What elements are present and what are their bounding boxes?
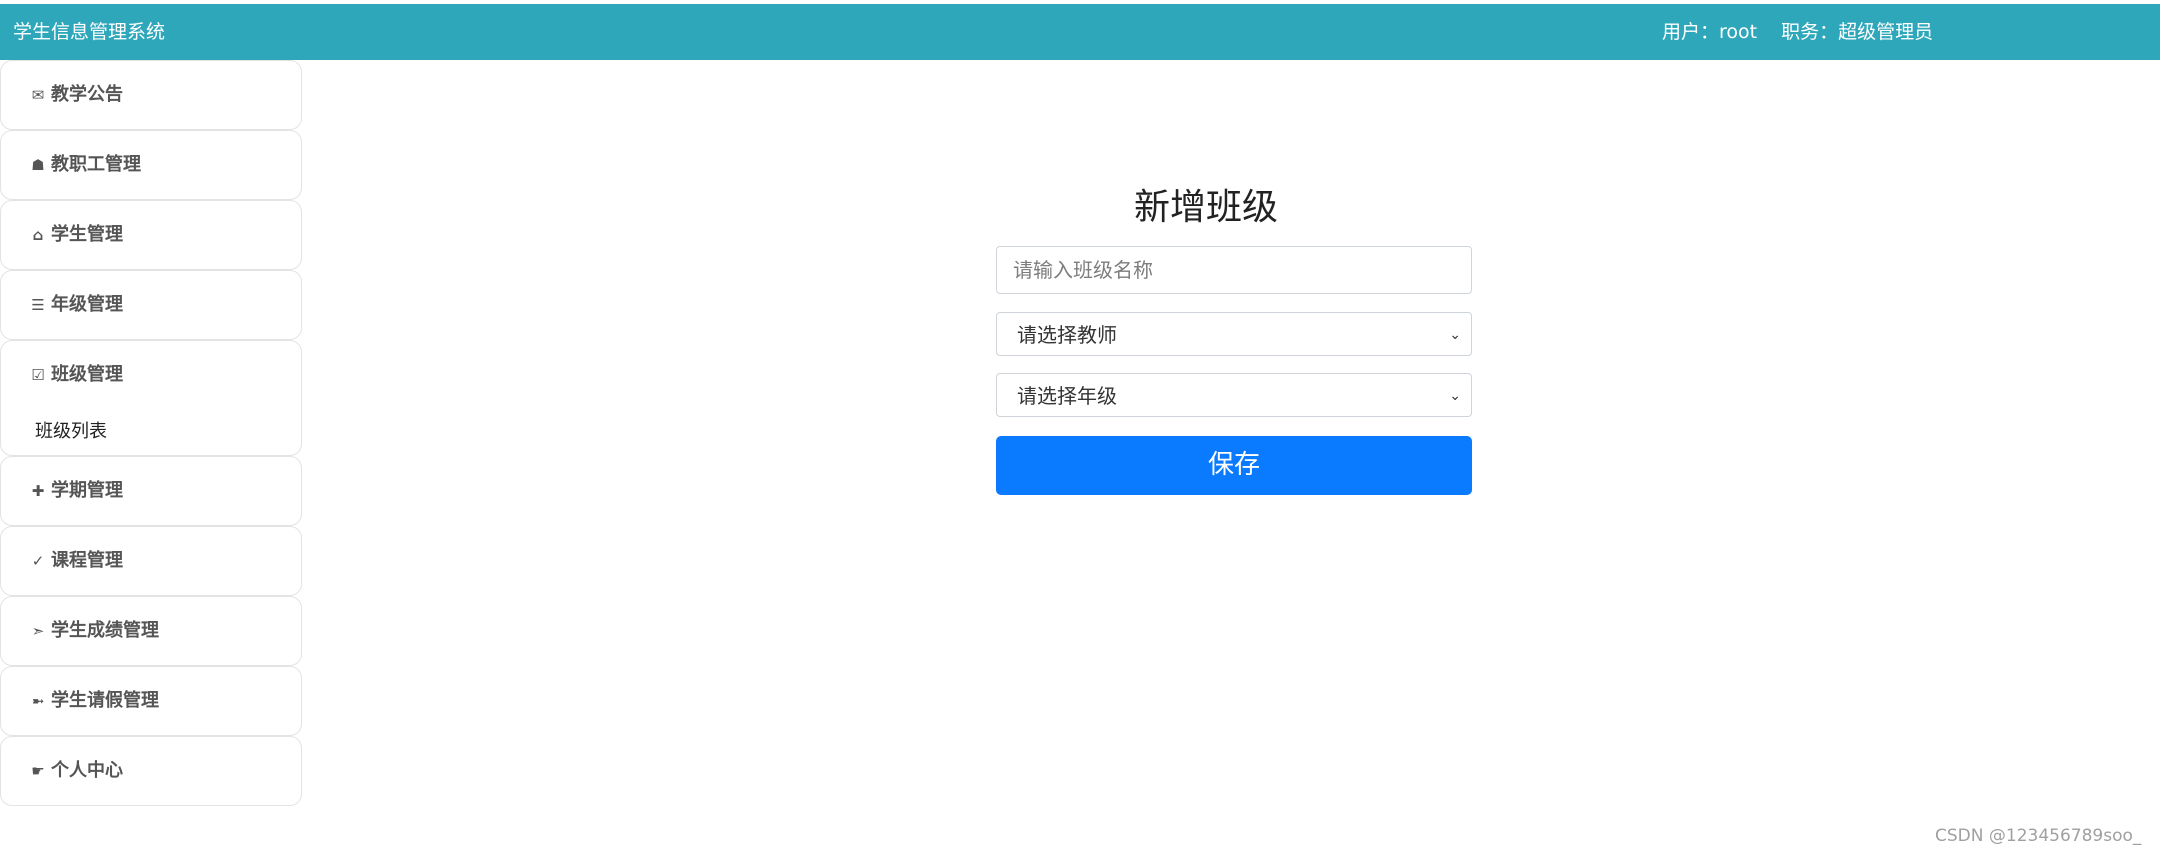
sidebar-item-label: 学期管理 <box>51 480 123 501</box>
sidebar-item-label: 教学公告 <box>51 84 123 105</box>
envelope-icon: ✉ <box>31 86 45 104</box>
sidebar-item-label: 班级管理 <box>51 364 123 385</box>
chevron-down-icon: ⌄ <box>1449 327 1461 343</box>
save-button[interactable]: 保存 <box>996 436 1472 495</box>
list-icon: ☰ <box>31 296 45 314</box>
grade-select[interactable]: 请选择年级 ⌄ <box>996 373 1472 417</box>
teacher-select[interactable]: 请选择教师 ⌄ <box>996 312 1472 356</box>
sidebar-item-courses[interactable]: ✓ 课程管理 <box>0 526 302 596</box>
sidebar-item-label: 个人中心 <box>51 760 123 781</box>
sidebar-item-staff[interactable]: ☗ 教职工管理 <box>0 130 302 200</box>
page-title: 新增班级 <box>1133 187 1278 228</box>
arrow-right-icon: ➣ <box>31 622 45 640</box>
sidebar-item-label: 学生成绩管理 <box>51 620 159 641</box>
plus-icon: ✚ <box>31 482 45 500</box>
user-name: root <box>1719 21 1758 43</box>
arrow-out-icon: ➼ <box>31 692 45 710</box>
home-icon: ⌂ <box>32 226 44 244</box>
submenu-class-list[interactable]: 班级列表 <box>35 417 107 443</box>
sidebar-item-label: 学生管理 <box>51 224 123 245</box>
sidebar-item-label: 课程管理 <box>51 550 123 571</box>
sidebar-item-label: 学生请假管理 <box>51 690 159 711</box>
sidebar-item-label: 教职工管理 <box>51 154 141 175</box>
sidebar-item-students[interactable]: ⌂ 学生管理 <box>0 200 302 270</box>
sidebar-item-semesters[interactable]: ✚ 学期管理 <box>0 456 302 526</box>
sidebar-item-grades[interactable]: ☰ 年级管理 <box>0 270 302 340</box>
teacher-select-value: 请选择教师 <box>1017 323 1117 347</box>
grade-select-value: 请选择年级 <box>1017 384 1117 408</box>
sidebar-item-profile[interactable]: ☛ 个人中心 <box>0 736 302 806</box>
user-label: 用户： <box>1662 21 1720 43</box>
hand-pointer-icon: ☛ <box>31 762 45 780</box>
check-icon: ✓ <box>31 552 45 570</box>
chevron-down-icon: ⌄ <box>1449 388 1461 404</box>
sidebar-item-announcements[interactable]: ✉ 教学公告 <box>0 60 302 130</box>
watermark: CSDN @123456789soo_ <box>1935 826 2142 846</box>
top-navbar: 学生信息管理系统 用户：root 职务：超级管理员 <box>0 4 2160 60</box>
sidebar-item-label: 年级管理 <box>51 294 123 315</box>
class-name-input[interactable]: 请输入班级名称 <box>996 246 1472 294</box>
sidebar-item-classes[interactable]: ☑ 班级管理 班级列表 <box>0 340 302 456</box>
sidebar-item-scores[interactable]: ➣ 学生成绩管理 <box>0 596 302 666</box>
check-box-icon: ☑ <box>31 366 45 384</box>
role-label: 职务： <box>1781 21 1839 43</box>
bell-icon: ☗ <box>31 156 45 174</box>
role-name: 超级管理员 <box>1838 21 1934 43</box>
user-info: 用户：root 职务：超级管理员 <box>1662 4 1933 60</box>
sidebar-item-leave[interactable]: ➼ 学生请假管理 <box>0 666 302 736</box>
app-title[interactable]: 学生信息管理系统 <box>13 4 165 60</box>
